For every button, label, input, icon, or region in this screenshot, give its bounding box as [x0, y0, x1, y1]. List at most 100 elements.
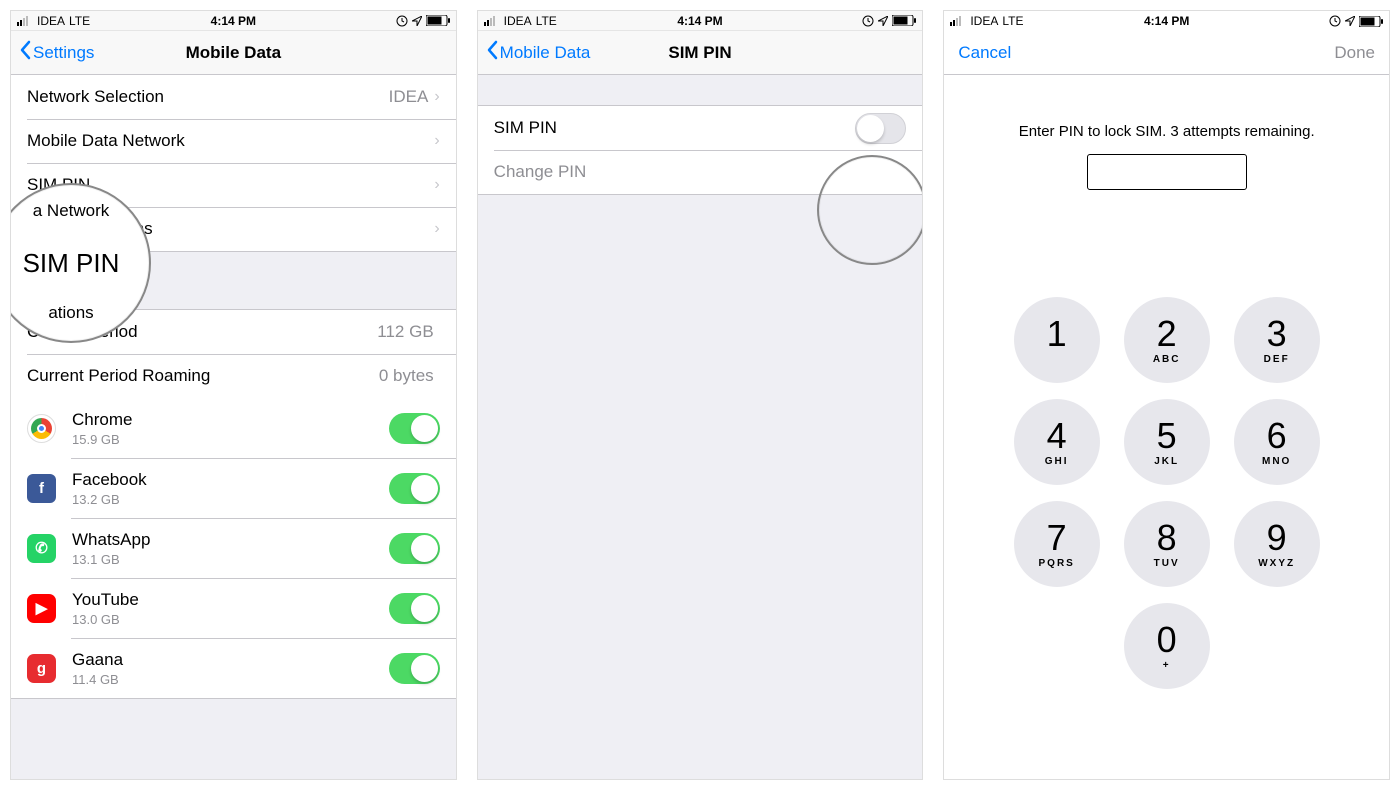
row-label: Mobile Data Network: [27, 131, 434, 151]
done-button: Done: [1334, 43, 1375, 63]
app-data-switch[interactable]: [389, 473, 440, 504]
row-value: 112 GB: [377, 322, 433, 342]
content-area: Enter PIN to lock SIM. 3 attempts remain…: [944, 75, 1389, 779]
app-icon: f: [27, 474, 56, 503]
row-mobile-data-network[interactable]: Mobile Data Network ›: [11, 119, 456, 163]
rotation-lock-icon: [396, 15, 408, 27]
key-digit: 1: [1047, 316, 1067, 352]
row-label: Network Selection: [27, 87, 389, 107]
content-area: Network Selection IDEA › Mobile Data Net…: [11, 75, 456, 779]
battery-icon: [1359, 16, 1383, 27]
app-icon: [27, 414, 56, 443]
keypad-key-5[interactable]: 5JKL: [1124, 399, 1210, 485]
app-data-switch[interactable]: [389, 593, 440, 624]
content-area: SIM PIN Change PIN: [478, 75, 923, 779]
pin-input[interactable]: [1087, 154, 1247, 190]
keypad-key-7[interactable]: 7PQRS: [1014, 501, 1100, 587]
app-row[interactable]: Chrome 15.9 GB: [11, 398, 456, 458]
app-name: Chrome: [72, 410, 389, 430]
key-digit: 0: [1157, 622, 1177, 658]
app-size: 13.0 GB: [72, 612, 389, 627]
pin-prompt: Enter PIN to lock SIM. 3 attempts remain…: [944, 123, 1389, 140]
chevron-left-icon: [19, 40, 31, 65]
signal-icon: [17, 16, 33, 26]
key-letters: PQRS: [1039, 558, 1075, 569]
highlight-toggle: [817, 155, 922, 265]
key-digit: 9: [1267, 520, 1287, 556]
keypad-key-2[interactable]: 2ABC: [1124, 297, 1210, 383]
row-current-period-roaming: Current Period Roaming 0 bytes: [11, 354, 456, 398]
carrier-label: IDEA: [504, 14, 532, 28]
status-time: 4:14 PM: [1144, 14, 1189, 28]
screen-mobile-data: IDEA LTE 4:14 PM Settings Mobile Data Ne…: [10, 10, 457, 780]
highlight-label: SIM PIN: [23, 248, 120, 279]
app-data-switch[interactable]: [389, 653, 440, 684]
location-icon: [878, 16, 888, 26]
back-button[interactable]: Mobile Data: [486, 40, 591, 65]
keypad-key-3[interactable]: 3DEF: [1234, 297, 1320, 383]
row-label: SIM PIN: [494, 118, 856, 138]
keypad: 1 2ABC3DEF4GHI5JKL6MNO7PQRS8TUV9WXYZ0+: [944, 297, 1389, 689]
status-bar: IDEA LTE 4:14 PM: [478, 11, 923, 31]
key-digit: 2: [1157, 316, 1177, 352]
keypad-key-0[interactable]: 0+: [1124, 603, 1210, 689]
chevron-left-icon: [486, 40, 498, 65]
sim-pin-switch[interactable]: [855, 113, 906, 144]
carrier-label: IDEA: [37, 14, 65, 28]
app-row[interactable]: ✆WhatsApp13.1 GB: [11, 518, 456, 578]
chevron-right-icon: ›: [434, 88, 439, 106]
key-letters: TUV: [1154, 558, 1180, 569]
cancel-button[interactable]: Cancel: [958, 43, 1011, 63]
app-name: Facebook: [72, 470, 389, 490]
app-size: 13.1 GB: [72, 552, 389, 567]
keypad-key-4[interactable]: 4 GHI: [1014, 399, 1100, 485]
keypad-key-1[interactable]: 1: [1014, 297, 1100, 383]
app-row[interactable]: ▶YouTube13.0 GB: [11, 578, 456, 638]
key-letters: DEF: [1264, 354, 1290, 365]
location-icon: [412, 16, 422, 26]
network-label: LTE: [69, 14, 90, 28]
back-label: Settings: [33, 43, 94, 63]
partial-text: a Network: [33, 201, 110, 221]
app-row[interactable]: f Facebook 13.2 GB: [11, 458, 456, 518]
key-letters: JKL: [1154, 456, 1179, 467]
row-value: 0 bytes: [379, 366, 434, 386]
screen-pin-entry: IDEA LTE 4:14 PM Cancel Done Enter PIN t…: [943, 10, 1390, 780]
keypad-key-6[interactable]: 6MNO: [1234, 399, 1320, 485]
signal-icon: [950, 16, 966, 26]
nav-title: SIM PIN: [668, 43, 731, 63]
key-letters: +: [1163, 660, 1171, 671]
app-size: 15.9 GB: [72, 432, 389, 447]
screen-sim-pin: IDEA LTE 4:14 PM Mobile Data SIM PIN SIM…: [477, 10, 924, 780]
key-digit: 8: [1157, 520, 1177, 556]
status-time: 4:14 PM: [211, 14, 256, 28]
app-size: 13.2 GB: [72, 492, 389, 507]
keypad-key-8[interactable]: 8 TUV: [1124, 501, 1210, 587]
nav-bar: Settings Mobile Data: [11, 31, 456, 75]
app-icon: ✆: [27, 534, 56, 563]
app-name: Gaana: [72, 650, 389, 670]
chevron-right-icon: ›: [434, 220, 439, 238]
row-sim-pin-toggle[interactable]: SIM PIN: [478, 106, 923, 150]
battery-icon: [892, 15, 916, 26]
chevron-right-icon: ›: [434, 132, 439, 150]
carrier-label: IDEA: [970, 14, 998, 28]
app-data-switch[interactable]: [389, 413, 440, 444]
chevron-right-icon: ›: [434, 176, 439, 194]
network-label: LTE: [1002, 14, 1023, 28]
app-data-switch[interactable]: [389, 533, 440, 564]
back-button[interactable]: Settings: [19, 40, 94, 65]
keypad-key-9[interactable]: 9WXYZ: [1234, 501, 1320, 587]
key-letters: MNO: [1262, 456, 1291, 467]
key-digit: 4: [1047, 418, 1067, 454]
app-icon: ▶: [27, 594, 56, 623]
status-bar: IDEA LTE 4:14 PM: [11, 11, 456, 31]
network-label: LTE: [536, 14, 557, 28]
nav-bar: Cancel Done: [944, 31, 1389, 75]
nav-bar: Mobile Data SIM PIN: [478, 31, 923, 75]
app-row[interactable]: gGaana11.4 GB: [11, 638, 456, 698]
row-network-selection[interactable]: Network Selection IDEA ›: [11, 75, 456, 119]
row-value: IDEA: [389, 87, 429, 107]
key-letters: GHI: [1045, 456, 1069, 467]
back-label: Mobile Data: [500, 43, 591, 63]
